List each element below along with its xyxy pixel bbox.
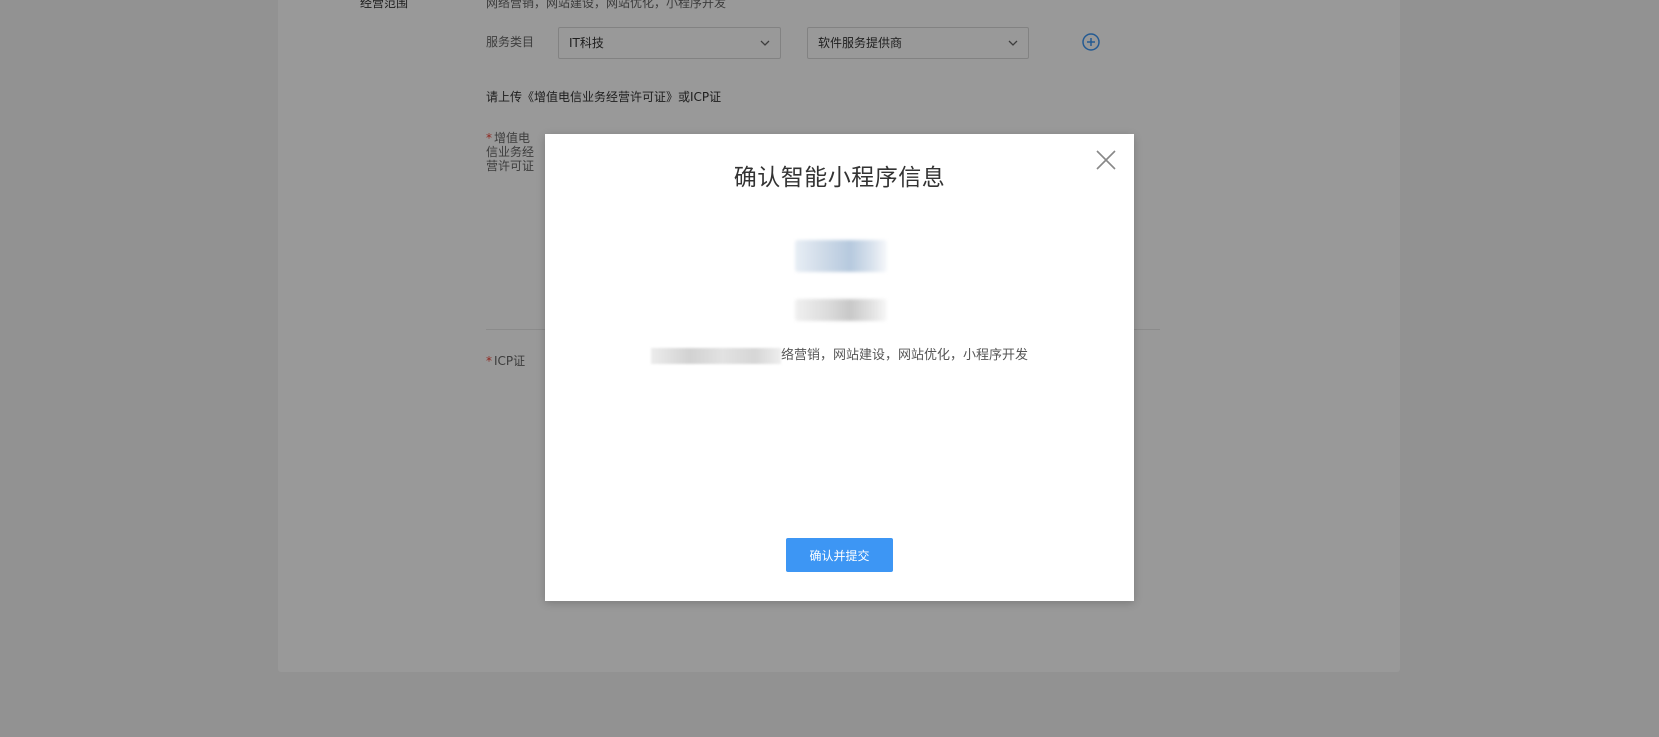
description-blurred-part — [650, 347, 781, 364]
description-visible-text: 络营销，网站建设，网站优化，小程序开发 — [780, 348, 1028, 363]
confirm-submit-button[interactable]: 确认并提交 — [786, 538, 893, 572]
close-icon[interactable] — [1094, 148, 1118, 172]
app-description: 络营销，网站建设，网站优化，小程序开发 — [545, 344, 1134, 364]
modal-title: 确认智能小程序信息 — [733, 165, 946, 191]
app-logo-blurred — [795, 240, 887, 272]
confirm-modal: 确认智能小程序信息 络营销，网站建设，网站优化，小程序开发 确认并提交 — [545, 134, 1134, 601]
app-name-blurred — [795, 299, 887, 321]
